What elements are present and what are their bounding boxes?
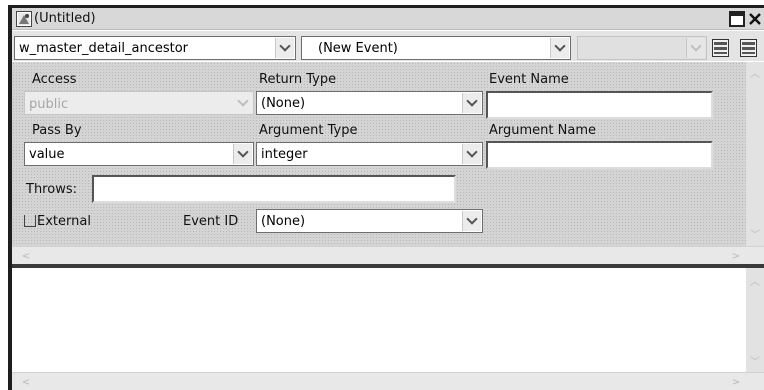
upper-horizontal-scrollbar[interactable]: < > xyxy=(12,246,764,264)
return-type-label: Return Type xyxy=(259,72,337,87)
split-vertical-icon xyxy=(742,42,755,54)
upper-vertical-scrollbar[interactable]: ︿ ﹀ xyxy=(746,62,764,246)
argument-type-dropdown-button[interactable] xyxy=(462,144,481,164)
chevron-down-icon xyxy=(466,146,478,158)
maximize-button[interactable] xyxy=(729,11,745,27)
chevron-down-icon xyxy=(554,40,566,52)
event-id-value: (None) xyxy=(261,214,306,229)
chevron-down-icon xyxy=(690,40,702,52)
return-type-value: (None) xyxy=(261,96,306,111)
scroll-left-icon[interactable]: < xyxy=(18,248,34,264)
title-bar[interactable]: (Untitled) xyxy=(12,8,764,30)
window-icon xyxy=(16,11,32,27)
object-select-dropdown-button[interactable] xyxy=(275,38,294,58)
external-checkbox[interactable] xyxy=(24,215,36,227)
pass-by-label: Pass By xyxy=(32,123,82,138)
lower-horizontal-scrollbar[interactable]: < > xyxy=(12,372,764,390)
close-icon xyxy=(749,13,761,25)
scroll-up-icon[interactable]: ︿ xyxy=(747,272,763,288)
window-title: (Untitled) xyxy=(34,11,96,26)
access-label: Access xyxy=(32,72,77,87)
external-label: External xyxy=(37,214,91,229)
access-select[interactable]: public xyxy=(24,91,254,115)
return-type-select[interactable]: (None) xyxy=(256,91,483,115)
third-select-dropdown-button[interactable] xyxy=(686,38,705,58)
chevron-down-icon xyxy=(466,213,478,225)
script-editor[interactable] xyxy=(12,268,746,372)
pass-by-select[interactable]: value xyxy=(24,142,254,166)
argument-name-label: Argument Name xyxy=(489,123,596,138)
chevron-down-icon xyxy=(237,95,249,107)
argument-type-value: integer xyxy=(261,147,308,162)
event-id-dropdown-button[interactable] xyxy=(462,211,481,231)
argument-name-input[interactable] xyxy=(486,141,713,169)
event-name-input[interactable] xyxy=(486,91,713,119)
split-horizontal-button[interactable] xyxy=(712,39,729,57)
scroll-down-icon[interactable]: ﹀ xyxy=(747,352,763,368)
pass-by-value: value xyxy=(29,147,65,162)
throws-label: Throws: xyxy=(26,182,77,197)
event-select[interactable]: (New Event) xyxy=(301,36,571,60)
argument-type-label: Argument Type xyxy=(259,123,358,138)
event-name-label: Event Name xyxy=(489,72,569,87)
pass-by-dropdown-button[interactable] xyxy=(233,144,252,164)
split-vertical-button[interactable] xyxy=(740,39,757,57)
object-select[interactable]: w_master_detail_ancestor xyxy=(14,36,296,60)
scroll-down-icon[interactable]: ﹀ xyxy=(747,225,763,241)
chevron-down-icon xyxy=(279,40,291,52)
object-select-value: w_master_detail_ancestor xyxy=(19,41,189,56)
access-dropdown-button[interactable] xyxy=(234,93,252,113)
access-value: public xyxy=(29,97,69,112)
scroll-left-icon[interactable]: < xyxy=(18,374,34,390)
event-select-dropdown-button[interactable] xyxy=(550,38,569,58)
return-type-dropdown-button[interactable] xyxy=(462,93,481,113)
split-horizontal-icon xyxy=(714,42,727,54)
chevron-down-icon xyxy=(237,146,249,158)
close-button[interactable] xyxy=(747,11,763,27)
scroll-right-icon[interactable]: > xyxy=(728,248,744,264)
third-select[interactable] xyxy=(577,36,707,60)
throws-input[interactable] xyxy=(92,175,456,203)
chevron-down-icon xyxy=(466,95,478,107)
argument-type-select[interactable]: integer xyxy=(256,142,483,166)
scroll-up-icon[interactable]: ︿ xyxy=(747,64,763,80)
event-id-label: Event ID xyxy=(183,214,239,229)
lower-vertical-scrollbar[interactable]: ︿ ﹀ xyxy=(746,268,764,372)
event-id-select[interactable]: (None) xyxy=(256,209,483,233)
event-select-value: (New Event) xyxy=(318,41,398,56)
scroll-right-icon[interactable]: > xyxy=(728,374,744,390)
